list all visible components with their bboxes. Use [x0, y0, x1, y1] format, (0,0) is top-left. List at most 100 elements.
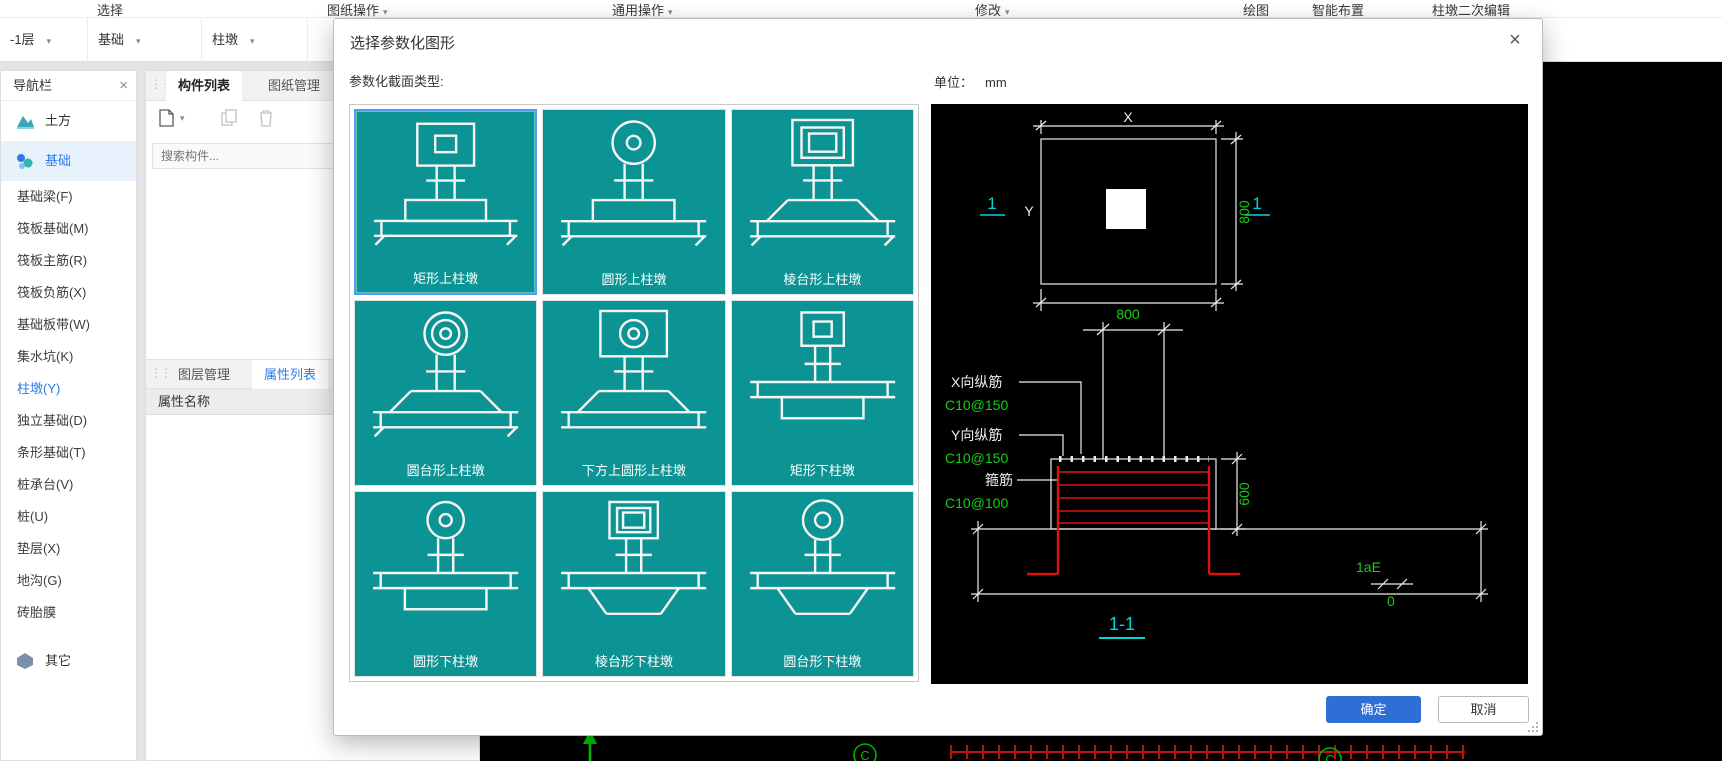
component-toolbar: ▾: [146, 101, 356, 137]
sidebar-item-raft-foundation[interactable]: 筏板基础(M): [1, 213, 136, 245]
sidebar-item-brick-formwork[interactable]: 砖胎膜: [1, 597, 136, 629]
chevron-down-icon: ▾: [136, 36, 141, 46]
sidebar-item-raft-negative-rebar[interactable]: 筏板负筋(X): [1, 277, 136, 309]
sidebar-item-other[interactable]: 其它: [1, 641, 136, 681]
dim-800-right: 800: [1236, 200, 1252, 224]
navigation-panel: 导航栏 × 土方 基础 基础梁(F) 筏板基础(M) 筏板主筋(R) 筏板负筋(…: [0, 70, 137, 761]
search-input[interactable]: [152, 143, 352, 169]
sidebar-item-earthwork[interactable]: 土方: [1, 101, 136, 141]
tile-cone-bottom-pier[interactable]: 圆台形下柱墩: [730, 491, 914, 677]
sidebar-item-foundation[interactable]: 基础: [1, 141, 136, 181]
tile-label: 圆形上柱墩: [601, 272, 667, 287]
sidebar-item-column-pier[interactable]: 柱墩(Y): [1, 373, 136, 405]
sidebar-item-strip-foundation[interactable]: 条形基础(T): [1, 437, 136, 469]
navigation-title: 导航栏: [13, 78, 53, 93]
chevron-down-icon: ▾: [250, 36, 255, 46]
chevron-down-icon: ▾: [668, 7, 673, 17]
menu-modify[interactable]: 修改 ▾: [975, 0, 1010, 17]
y-rebar-label: Y向纵筋: [951, 427, 1002, 443]
tile-drawing: [749, 311, 895, 420]
tile-label: 矩形下柱墩: [789, 463, 855, 478]
sidebar-item-independent-foundation[interactable]: 独立基础(D): [1, 405, 136, 437]
tile-label: 圆形下柱墩: [413, 654, 479, 669]
dim-y-label: Y: [1024, 203, 1034, 219]
menu-drawing-ops[interactable]: 图纸操作 ▾: [327, 0, 388, 17]
foundation-icon: [17, 154, 33, 169]
navigation-header: 导航栏 ×: [1, 71, 136, 101]
sidebar-item-pile-cap[interactable]: 桩承台(V): [1, 469, 136, 501]
tile-drawing: [561, 500, 707, 616]
tile-label: 圆台形上柱墩: [406, 463, 485, 478]
top-menu-bar: 选择 图纸操作 ▾ 通用操作 ▾ 修改 ▾ 绘图 智能布置 柱墩二次编辑: [0, 0, 1722, 18]
new-component-icon[interactable]: [158, 109, 175, 132]
rebar-callout: C: [860, 748, 869, 761]
tab-component-list[interactable]: 构件列表: [166, 71, 243, 101]
resize-grip[interactable]: [1528, 721, 1539, 732]
level-dropdown[interactable]: -1层 ▾: [0, 18, 88, 62]
chevron-down-icon: ▾: [1005, 7, 1010, 17]
tab-property-list[interactable]: 属性列表: [252, 360, 329, 390]
stirrup-value: C10@100: [945, 495, 1008, 511]
tile-label: 下方上圆形上柱墩: [581, 463, 686, 478]
x-rebar-label: X向纵筋: [951, 374, 1002, 390]
tab-layer-management[interactable]: 图层管理: [166, 360, 242, 390]
tab-drawing-management[interactable]: 图纸管理: [256, 71, 332, 101]
section-type-label: 参数化截面类型:: [349, 74, 444, 89]
menu-smart-layout[interactable]: 智能布置: [1312, 0, 1364, 17]
tile-circle-bottom-pier[interactable]: 圆形下柱墩: [354, 491, 538, 677]
tile-prism-top-pier[interactable]: 棱台形上柱墩: [730, 109, 914, 295]
menu-pier-secondary-edit[interactable]: 柱墩二次编辑: [1432, 0, 1510, 17]
section-preview: 1 1 1-1 X Y X向纵筋 Y向纵筋 箍筋 800 800 600 C10…: [931, 104, 1528, 684]
tile-prism-bottom-pier[interactable]: 棱台形下柱墩: [542, 491, 726, 677]
sidebar-item-foundation-slab-strip[interactable]: 基础板带(W): [1, 309, 136, 341]
tile-rect-top-pier[interactable]: 矩形上柱墩: [354, 109, 538, 295]
section-type-grid: 矩形上柱墩 圆形上柱墩 棱台形上柱墩 圆台形上柱墩 下方上圆形上柱墩 矩形下柱墩…: [349, 104, 919, 682]
chevron-down-icon: ▾: [383, 7, 388, 17]
sidebar-item-raft-main-rebar[interactable]: 筏板主筋(R): [1, 245, 136, 277]
rebar-callout: C: [1325, 752, 1334, 761]
sidebar-item-trench[interactable]: 地沟(G): [1, 565, 136, 597]
hook-dim-label: 0: [1387, 593, 1395, 609]
close-icon[interactable]: ×: [1502, 27, 1528, 53]
earthwork-icon: [17, 116, 34, 129]
category-dropdown[interactable]: 基础 ▾: [88, 18, 202, 62]
tile-label: 棱台形上柱墩: [783, 272, 862, 287]
cancel-button[interactable]: 取消: [1438, 696, 1529, 723]
tile-drawing: [373, 122, 518, 246]
section-name: 1-1: [1109, 614, 1135, 634]
dialog-title: 选择参数化图形: [350, 35, 456, 52]
ok-button[interactable]: 确定: [1326, 696, 1421, 723]
menu-common-ops[interactable]: 通用操作 ▾: [612, 0, 673, 17]
close-icon[interactable]: ×: [119, 71, 128, 101]
chevron-down-icon[interactable]: ▾: [180, 113, 185, 124]
tile-label: 棱台形下柱墩: [594, 654, 673, 669]
menu-select[interactable]: 选择: [97, 0, 123, 17]
dim-800-bottom: 800: [1116, 306, 1140, 322]
sidebar-item-sump-pit[interactable]: 集水坑(K): [1, 341, 136, 373]
y-rebar-value: C10@150: [945, 450, 1008, 466]
dim-600: 600: [1236, 482, 1252, 506]
tile-drawing: [373, 500, 519, 611]
chevron-down-icon: ▾: [46, 36, 52, 46]
anchor-label: 1aE: [1356, 559, 1381, 575]
sidebar-item-foundation-beam[interactable]: 基础梁(F): [1, 181, 136, 213]
tile-circle-top-pier[interactable]: 圆形上柱墩: [542, 109, 726, 295]
copy-icon[interactable]: [220, 109, 238, 132]
dim-x-label: X: [1123, 109, 1133, 125]
tile-drawing: [561, 309, 707, 429]
element-dropdown[interactable]: 柱墩 ▾: [202, 18, 308, 62]
tile-square-circle-top-pier[interactable]: 下方上圆形上柱墩: [542, 300, 726, 486]
stirrup-label: 箍筋: [985, 472, 1013, 488]
pier-plan-core: [1106, 189, 1146, 229]
sidebar-item-pile[interactable]: 桩(U): [1, 501, 136, 533]
parametric-graphic-dialog: 选择参数化图形 × 参数化截面类型: 单位： mm 矩形上柱墩 圆形上柱墩 棱台…: [333, 18, 1543, 736]
unit-value: mm: [985, 75, 1007, 90]
sidebar-item-cushion[interactable]: 垫层(X): [1, 533, 136, 565]
tile-rect-bottom-pier[interactable]: 矩形下柱墩: [730, 300, 914, 486]
x-rebar-value: C10@150: [945, 397, 1008, 413]
delete-icon[interactable]: [258, 109, 274, 132]
menu-draw[interactable]: 绘图: [1243, 0, 1269, 17]
tile-cone-top-pier[interactable]: 圆台形上柱墩: [354, 300, 538, 486]
other-icon: [17, 653, 33, 669]
tile-drawing: [373, 311, 519, 438]
